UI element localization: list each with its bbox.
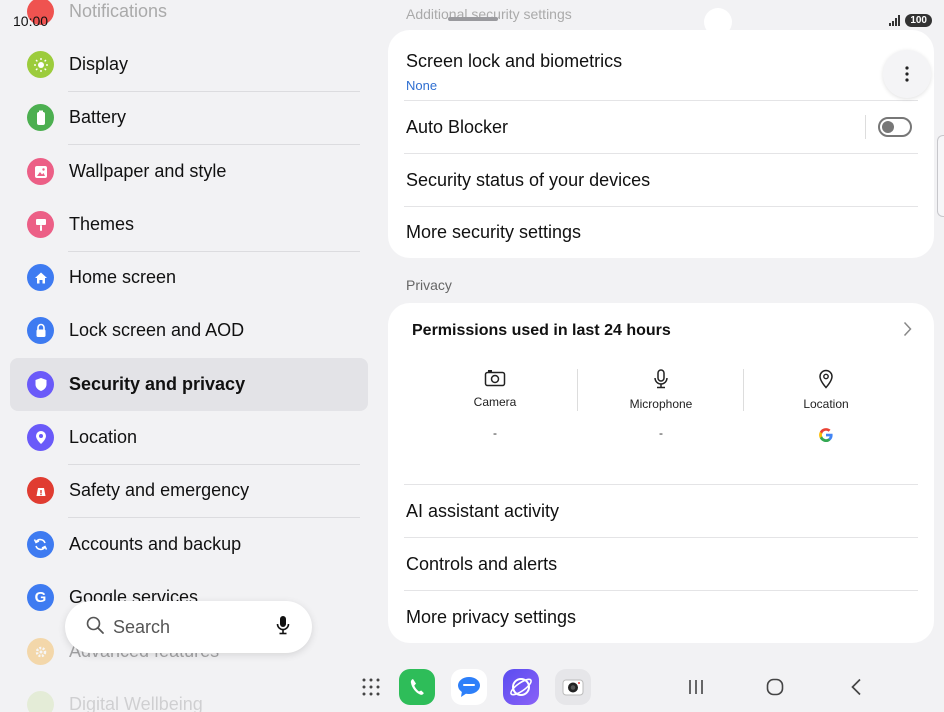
sidebar-item-label: Location	[69, 427, 138, 447]
sidebar-item-battery[interactable]: Battery	[10, 91, 368, 144]
location-pin-icon	[27, 424, 54, 451]
section-title-privacy: Privacy	[406, 277, 452, 293]
permission-camera[interactable]: Camera -	[412, 369, 578, 440]
row-title: Security status of your devices	[406, 169, 651, 190]
controls-alerts-row[interactable]: Controls and alerts	[406, 538, 918, 590]
row-title: Controls and alerts	[406, 553, 558, 574]
permission-label: Camera	[473, 395, 517, 409]
more-privacy-row[interactable]: More privacy settings	[406, 591, 918, 643]
permissions-title: Permissions used in last 24 hours	[412, 322, 671, 339]
privacy-card: Permissions used in last 24 hours Camera…	[388, 303, 934, 643]
row-subtitle: None	[406, 78, 438, 93]
search-input[interactable]: Search	[113, 617, 274, 638]
auto-blocker-toggle[interactable]	[878, 117, 912, 137]
shield-icon	[27, 371, 54, 398]
battery-indicator: 100	[905, 14, 932, 27]
home-icon	[27, 264, 54, 291]
ai-activity-row[interactable]: AI assistant activity	[406, 485, 918, 537]
lock-icon	[27, 317, 54, 344]
front-camera	[704, 8, 732, 36]
sidebar-item-safety-emergency[interactable]: Safety and emergency	[10, 464, 368, 517]
sidebar-item-lock-screen[interactable]: Lock screen and AOD	[10, 304, 368, 357]
auto-blocker-row[interactable]: Auto Blocker	[406, 101, 918, 153]
image-icon	[27, 158, 54, 185]
sidebar-item-label: Safety and emergency	[69, 480, 250, 500]
internet-app-icon[interactable]	[503, 669, 539, 705]
permission-label: Location	[803, 397, 849, 411]
device-status-row[interactable]: Security status of your devices	[406, 154, 918, 206]
google-icon: G	[27, 584, 54, 611]
phone-app-icon[interactable]	[399, 669, 435, 705]
screen-lock-row[interactable]: Screen lock and biometrics None	[406, 44, 918, 100]
status-time: 10:00	[13, 13, 49, 29]
sidebar-item-themes[interactable]: Themes	[10, 198, 368, 251]
recents-button[interactable]	[683, 675, 709, 699]
sidebar-item-label: Battery	[69, 107, 127, 127]
battery-icon	[27, 104, 54, 131]
sidebar-item-notifications[interactable]: Notifications	[10, 0, 368, 38]
brush-icon	[27, 211, 54, 238]
divider	[865, 115, 866, 139]
emergency-icon	[27, 477, 54, 504]
sidebar-item-display[interactable]: Display	[10, 38, 368, 91]
permission-value: -	[659, 426, 663, 440]
permission-value: -	[493, 426, 497, 440]
microphone-icon[interactable]	[274, 614, 292, 641]
status-icons: 100	[889, 14, 932, 27]
back-button[interactable]	[843, 675, 869, 699]
more-security-row[interactable]: More security settings	[406, 207, 918, 258]
sidebar-item-security-privacy[interactable]: Security and privacy	[10, 358, 368, 411]
drag-handle[interactable]	[448, 17, 498, 21]
sidebar-item-label: Lock screen and AOD	[69, 320, 245, 340]
app-drawer-icon[interactable]	[362, 678, 380, 701]
messages-app-icon[interactable]	[451, 669, 487, 705]
permission-location[interactable]: Location	[743, 369, 909, 442]
camera-icon	[484, 369, 506, 392]
google-icon	[818, 427, 834, 446]
sun-icon	[27, 51, 54, 78]
permission-label: Microphone	[629, 397, 693, 411]
sidebar-item-accounts-backup[interactable]: Accounts and backup	[10, 518, 368, 571]
permission-microphone[interactable]: Microphone -	[578, 369, 744, 440]
search-icon	[85, 615, 105, 640]
search-bar[interactable]: Search	[65, 601, 312, 653]
microphone-icon	[653, 369, 669, 394]
security-card: Screen lock and biometrics None Auto Blo…	[388, 30, 934, 258]
sidebar-item-digital-wellbeing[interactable]: Digital Wellbeing	[10, 678, 368, 712]
more-options-button[interactable]	[883, 50, 931, 98]
sidebar-item-label: Accounts and backup	[69, 534, 242, 554]
sidebar-item-label: Themes	[69, 214, 135, 234]
row-title: Auto Blocker	[406, 116, 509, 137]
sidebar-item-label: Wallpaper and style	[69, 161, 227, 181]
sidebar-item-wallpaper[interactable]: Wallpaper and style	[10, 145, 368, 198]
row-title: Screen lock and biometrics	[406, 51, 623, 71]
sidebar-item-location[interactable]: Location	[10, 411, 368, 464]
sidebar-item-home-screen[interactable]: Home screen	[10, 251, 368, 304]
signal-icon	[889, 15, 901, 26]
home-button[interactable]	[762, 675, 788, 699]
sync-icon	[27, 531, 54, 558]
row-title: AI assistant activity	[406, 500, 560, 521]
location-pin-icon	[818, 369, 834, 394]
chevron-right-icon	[903, 321, 912, 342]
row-title: More privacy settings	[406, 606, 577, 627]
gear-icon	[27, 638, 54, 665]
row-title: More security settings	[406, 222, 582, 242]
permissions-header[interactable]: Permissions used in last 24 hours	[412, 309, 912, 353]
wellbeing-icon	[27, 691, 54, 712]
camera-app-icon[interactable]	[555, 669, 591, 705]
sidebar-item-label: Notifications	[69, 1, 168, 21]
sidebar-item-label: Display	[69, 54, 129, 74]
sidebar-item-label: Security and privacy	[69, 374, 246, 394]
sidebar-item-label: Digital Wellbeing	[69, 694, 203, 712]
sidebar-item-label: Home screen	[69, 267, 177, 287]
edge-panel-handle[interactable]	[937, 135, 944, 217]
